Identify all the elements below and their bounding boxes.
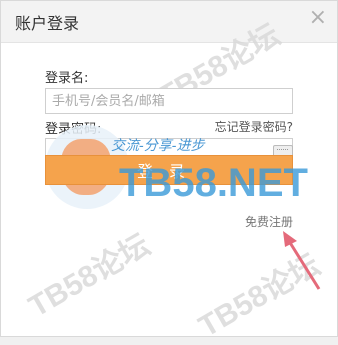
watermark-faint-text: TB58论坛: [193, 248, 326, 344]
password-label: 登录密码:: [45, 122, 102, 137]
forgot-password-link[interactable]: 忘记登录密码?: [215, 118, 293, 135]
close-icon[interactable]: ×: [309, 7, 327, 29]
register-link[interactable]: 免费注册: [245, 213, 293, 230]
dialog-titlebar: 账户登录 ×: [1, 1, 337, 43]
dialog-title: 账户登录: [15, 14, 80, 33]
watermark-faint-text: TB58论坛: [23, 228, 156, 324]
login-dialog: 账户登录 × TB58论坛 TB58论坛 TB58论坛 登录名: 登录密码: 忘…: [0, 0, 338, 344]
username-input[interactable]: [45, 88, 293, 114]
username-label: 登录名:: [45, 71, 89, 86]
login-button[interactable]: 登录: [45, 155, 293, 185]
